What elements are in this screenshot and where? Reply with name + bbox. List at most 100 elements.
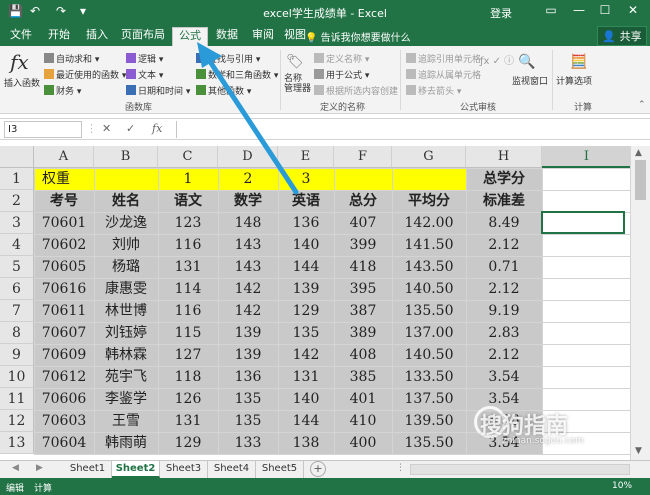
scroll-thumb[interactable] <box>635 160 646 200</box>
column-header-i[interactable]: I <box>542 146 630 168</box>
trace-dependents-button[interactable]: 追踪从属单元格 <box>406 68 481 81</box>
cell-a3[interactable]: 70601 <box>34 212 94 234</box>
restore-button[interactable]: ☐ <box>594 3 616 21</box>
cell-e7[interactable]: 129 <box>278 300 334 322</box>
calc-options-icon[interactable]: 🧮 <box>570 54 587 70</box>
add-sheet-button[interactable]: + <box>310 461 326 477</box>
cell-f12[interactable]: 410 <box>334 410 392 432</box>
scroll-up-icon[interactable]: ▲ <box>635 148 642 158</box>
cell-f5[interactable]: 418 <box>334 256 392 278</box>
tell-me-box[interactable]: 💡 告诉我你想要做什么 <box>305 29 411 44</box>
cell-b3[interactable]: 沙龙逸 <box>94 212 158 234</box>
minimize-button[interactable]: — <box>568 3 590 21</box>
cell-e13[interactable]: 138 <box>278 432 334 454</box>
cell-c3[interactable]: 123 <box>158 212 218 234</box>
cell-c10[interactable]: 118 <box>158 366 218 388</box>
watch-window-icon[interactable]: 🔍 <box>518 54 535 70</box>
cell-a12[interactable]: 70603 <box>34 410 94 432</box>
watch-window-button[interactable]: 监视窗口 <box>512 74 548 87</box>
cell-f2[interactable]: 总分 <box>334 190 392 212</box>
cell-g6[interactable]: 140.50 <box>392 278 466 300</box>
text-button[interactable]: 文本 ▾ <box>126 68 163 81</box>
cell-c1[interactable]: 1 <box>158 168 218 190</box>
tab-review[interactable]: 审阅 <box>246 27 280 46</box>
name-box[interactable]: I3 <box>4 121 82 138</box>
select-all-corner[interactable] <box>0 146 34 168</box>
cell-c6[interactable]: 114 <box>158 278 218 300</box>
cell-d1[interactable]: 2 <box>218 168 278 190</box>
cell-g7[interactable]: 135.50 <box>392 300 466 322</box>
row-header-10[interactable]: 10 <box>0 366 34 388</box>
cell-f13[interactable]: 400 <box>334 432 392 454</box>
cell-h9[interactable]: 2.12 <box>466 344 542 366</box>
column-header-b[interactable]: B <box>94 146 158 168</box>
row-header-13[interactable]: 13 <box>0 432 34 454</box>
close-button[interactable]: ✕ <box>622 3 644 21</box>
tab-file[interactable]: 文件 <box>4 27 38 46</box>
cell-d9[interactable]: 139 <box>218 344 278 366</box>
cell-b5[interactable]: 杨璐 <box>94 256 158 278</box>
cell-b6[interactable]: 康惠雯 <box>94 278 158 300</box>
cell-b2[interactable]: 姓名 <box>94 190 158 212</box>
column-header-c[interactable]: C <box>158 146 218 168</box>
sheet-tab-3[interactable]: Sheet3 <box>160 461 208 478</box>
sheet-tab-5[interactable]: Sheet5 <box>256 461 304 478</box>
calc-options-button[interactable]: 计算选项 <box>556 74 592 87</box>
cell-b11[interactable]: 李鉴学 <box>94 388 158 410</box>
cell-e11[interactable]: 140 <box>278 388 334 410</box>
cell-a7[interactable]: 70611 <box>34 300 94 322</box>
cell-h7[interactable]: 9.19 <box>466 300 542 322</box>
cell-c12[interactable]: 131 <box>158 410 218 432</box>
column-header-d[interactable]: D <box>218 146 278 168</box>
cell-a2[interactable]: 考号 <box>34 190 94 212</box>
horizontal-scrollbar[interactable] <box>410 464 630 475</box>
define-name-button[interactable]: 定义名称 ▾ <box>314 52 369 65</box>
name-manager-button[interactable]: 名称 管理器 <box>284 74 311 94</box>
cell-b4[interactable]: 刘帅 <box>94 234 158 256</box>
cell-a6[interactable]: 70616 <box>34 278 94 300</box>
column-header-g[interactable]: G <box>392 146 466 168</box>
create-from-selection-button[interactable]: 根据所选内容创建 <box>314 84 398 97</box>
cell-c9[interactable]: 127 <box>158 344 218 366</box>
cell-b12[interactable]: 王雪 <box>94 410 158 432</box>
cell-e3[interactable]: 136 <box>278 212 334 234</box>
cancel-icon[interactable]: ✕ <box>102 122 111 135</box>
cell-b9[interactable]: 韩林霖 <box>94 344 158 366</box>
row-header-5[interactable]: 5 <box>0 256 34 278</box>
enter-icon[interactable]: ✓ <box>126 122 135 135</box>
cell-g10[interactable]: 133.50 <box>392 366 466 388</box>
trace-precedents-button[interactable]: 追踪引用单元格 <box>406 52 481 65</box>
tab-options-icon[interactable]: ⋮ <box>396 463 405 473</box>
cell-g2[interactable]: 平均分 <box>392 190 466 212</box>
row-header-1[interactable]: 1 <box>0 168 34 190</box>
cell-f8[interactable]: 389 <box>334 322 392 344</box>
cell-f11[interactable]: 401 <box>334 388 392 410</box>
cell-e8[interactable]: 135 <box>278 322 334 344</box>
tab-insert[interactable]: 插入 <box>80 27 114 46</box>
scroll-down-icon[interactable]: ▼ <box>635 446 642 456</box>
sheet-tab-4[interactable]: Sheet4 <box>208 461 256 478</box>
cell-e10[interactable]: 131 <box>278 366 334 388</box>
login-link[interactable]: 登录 <box>490 5 512 21</box>
tab-home[interactable]: 开始 <box>42 27 76 46</box>
cell-b7[interactable]: 林世博 <box>94 300 158 322</box>
formula-input[interactable] <box>176 121 646 138</box>
cell-f4[interactable]: 399 <box>334 234 392 256</box>
recent-functions-button[interactable]: 最近使用的函数 ▾ <box>44 68 126 81</box>
cell-d7[interactable]: 142 <box>218 300 278 322</box>
cell-g3[interactable]: 142.00 <box>392 212 466 234</box>
insert-function-icon[interactable]: fx <box>10 50 29 74</box>
tab-page-layout[interactable]: 页面布局 <box>118 27 168 46</box>
row-header-9[interactable]: 9 <box>0 344 34 366</box>
tab-data[interactable]: 数据 <box>210 27 244 46</box>
cell-a4[interactable]: 70602 <box>34 234 94 256</box>
next-sheet-icon[interactable]: ▶ <box>36 463 43 473</box>
row-header-11[interactable]: 11 <box>0 388 34 410</box>
row-header-12[interactable]: 12 <box>0 410 34 432</box>
cell-e1[interactable]: 3 <box>278 168 334 190</box>
cell-h6[interactable]: 2.12 <box>466 278 542 300</box>
collapse-ribbon-icon[interactable]: ⌃ <box>638 100 646 110</box>
cell-d3[interactable]: 148 <box>218 212 278 234</box>
cell-g13[interactable]: 135.50 <box>392 432 466 454</box>
audit-icons[interactable]: ƒx ✓ ⓘ <box>480 52 514 67</box>
